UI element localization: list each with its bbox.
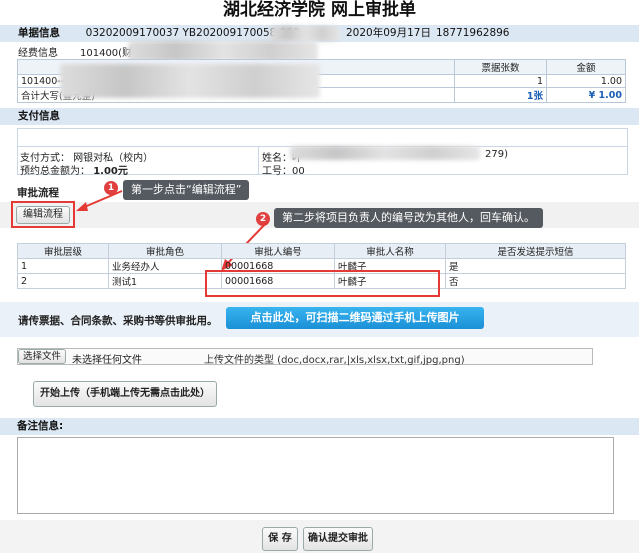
expense-amount: 1.00: [546, 74, 626, 88]
divider: [258, 147, 259, 174]
payment-blank-row: [17, 128, 628, 146]
redaction-blur: [60, 64, 320, 98]
document-info-label: 单据信息: [18, 27, 60, 39]
expense-total-count: 1张: [454, 87, 547, 103]
qr-upload-button[interactable]: 点击此处，可扫描二维码通过手机上传图片: [226, 307, 484, 329]
document-phone: 18771962896: [436, 27, 510, 39]
approval-header-id: 审批人编号: [221, 243, 335, 259]
no-file-text: 未选择任何文件: [72, 355, 142, 366]
approval-header-level: 审批层级: [17, 243, 109, 259]
payment-total-value: 1.00元: [93, 166, 128, 177]
callout-step1: 第一步点击“编辑流程”: [123, 180, 250, 200]
payment-section-label: 支付信息: [18, 110, 60, 122]
upload-prompt: 请传票据、合同条款、采购书等供审批用。: [18, 315, 218, 327]
remarks-label: 备注信息:: [17, 420, 64, 432]
choose-file-button[interactable]: 选择文件: [18, 349, 66, 364]
callout-arrow-1: [76, 190, 123, 211]
remarks-textarea[interactable]: [17, 437, 614, 514]
file-picker: 选择文件 未选择任何文件 上传文件的类型 (doc,docx,rar,|xls,…: [17, 348, 593, 366]
expense-header-count: 票据张数: [454, 59, 547, 75]
approval-level: 1: [17, 258, 109, 274]
approval-sms[interactable]: 是: [445, 258, 626, 274]
document-codes: 03202009170037 YB202009170058 000: [85, 27, 300, 39]
redaction-blur: [270, 26, 340, 41]
approval-header-role: 审批角色: [108, 243, 222, 259]
approval-header-sms: 是否发送提示短信: [445, 243, 626, 259]
document-date: 2020年09月17日: [346, 27, 431, 39]
payment-total-label: 预约总金额为：: [20, 166, 90, 177]
approval-section-label: 审批流程: [17, 187, 59, 199]
payment-section-bar: 支付信息: [0, 108, 639, 125]
expense-count: 1: [454, 74, 547, 88]
expense-header-amount: 金额: [546, 59, 626, 75]
approval-level: 2: [17, 273, 109, 289]
approval-header-name: 审批人名称: [334, 243, 446, 259]
edit-flow-button[interactable]: 编辑流程: [16, 206, 70, 224]
redaction-blur: [290, 146, 480, 160]
payee-name-tail: 279): [485, 149, 508, 160]
callout-step2: 第二步将项目负责人的编号改为其他人，回车确认。: [274, 208, 543, 228]
redaction-blur: [128, 41, 318, 61]
page-title: 湖北经济学院 网上审批单: [223, 0, 416, 20]
start-upload-button[interactable]: 开始上传（手机端上传无需点击此处）: [33, 381, 217, 407]
upload-types-hint: 上传文件的类型 (doc,docx,rar,|xls,xlsx,txt,gif,…: [204, 355, 465, 366]
payee-staff-id: 工号：00: [262, 166, 305, 177]
expense-total-amount: ¥ 1.00: [546, 87, 626, 103]
approval-sms[interactable]: 否: [445, 273, 626, 289]
submit-approval-button[interactable]: 确认提交审批: [303, 527, 373, 551]
funding-label: 经费信息: [18, 48, 58, 59]
remarks-bar: 备注信息:: [0, 418, 639, 435]
save-button[interactable]: 保 存: [262, 527, 298, 551]
highlight-box-step2: [205, 270, 440, 297]
